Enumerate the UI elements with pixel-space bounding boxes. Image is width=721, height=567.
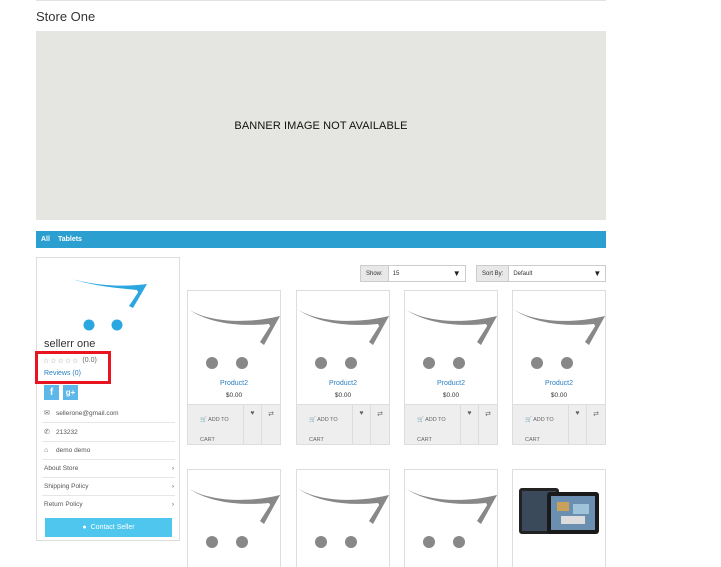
divider (42, 422, 175, 423)
menu-about-store[interactable]: About Store › (44, 465, 174, 472)
tablet-icon (519, 488, 599, 534)
google-plus-icon[interactable]: g+ (63, 385, 78, 400)
menu-label: Return Policy (44, 501, 83, 508)
envelope-icon: ✉ (44, 410, 50, 417)
dropdown-arrow-icon: ▼ (593, 269, 602, 278)
home-icon: ⌂ (44, 447, 49, 454)
seller-address-text: demo demo (56, 447, 91, 454)
category-all[interactable]: All (41, 236, 50, 243)
product-actions: 🛒 ADD TO CART ♥ ⇄ (188, 404, 280, 444)
wishlist-heart-icon[interactable]: ♥ (569, 405, 587, 444)
contact-seller-button[interactable]: ● Contact Seller (45, 518, 172, 537)
product-name[interactable]: Product2 (405, 380, 497, 387)
product-card[interactable]: Product2 $0.00 🛒 ADD TO CART ♥ ⇄ (296, 290, 390, 445)
seller-email: ✉ sellerone@gmail.com (44, 409, 119, 418)
product-name[interactable]: Product2 (188, 380, 280, 387)
product-price: $0.00 (225, 392, 243, 399)
product-placeholder-image (405, 488, 497, 548)
banner-placeholder-text: BANNER IMAGE NOT AVAILABLE (234, 119, 408, 132)
product-name[interactable]: Product2 (297, 380, 389, 387)
seller-logo (69, 278, 147, 331)
category-bar: All Tablets (36, 231, 606, 248)
menu-label: About Store (44, 465, 79, 472)
menu-label: Shipping Policy (44, 483, 89, 490)
show-select-value: 15 (392, 270, 400, 277)
contact-seller-label: Contact Seller (90, 524, 135, 531)
dropdown-arrow-icon: ▼ (452, 269, 461, 278)
divider (42, 441, 175, 442)
product-placeholder-image (405, 309, 497, 369)
seller-address: ⌂ demo demo (44, 447, 90, 454)
product-placeholder-image (297, 488, 389, 548)
product-price: $0.00 (550, 392, 568, 399)
chat-icon: ● (82, 524, 87, 531)
sort-label: Sort By: (477, 266, 510, 281)
highlight-box (35, 351, 111, 384)
show-select-group: Show: 15 ▼ (360, 265, 466, 282)
seller-phone: ✆ 213232 (44, 428, 78, 437)
menu-shipping-policy[interactable]: Shipping Policy › (44, 483, 174, 490)
chevron-right-icon: › (171, 465, 174, 472)
product-card[interactable] (296, 469, 390, 567)
product-actions: 🛒 ADD TO CART ♥ ⇄ (297, 404, 389, 444)
store-title: Store One (36, 9, 96, 24)
compare-icon[interactable]: ⇄ (587, 405, 605, 444)
cart-icon: 🛒 (417, 417, 424, 423)
product-card[interactable]: Product2 $0.00 🛒 ADD TO CART ♥ ⇄ (404, 290, 498, 445)
product-card[interactable] (404, 469, 498, 567)
sort-select-group: Sort By: Default ▼ (476, 265, 607, 282)
sort-select-value: Default (513, 270, 533, 277)
product-price: $0.00 (442, 392, 460, 399)
sort-select[interactable]: Default ▼ (509, 266, 606, 281)
product-card[interactable] (187, 469, 281, 567)
social-links: f g+ (44, 385, 78, 400)
product-placeholder-image (188, 488, 280, 548)
seller-name: sellerr one (44, 338, 96, 350)
divider (42, 477, 175, 478)
product-card[interactable]: Product2 $0.00 🛒 ADD TO CART ♥ ⇄ (512, 290, 606, 445)
cart-icon: 🛒 (200, 417, 207, 423)
product-actions: 🛒 ADD TO CART ♥ ⇄ (513, 404, 605, 444)
add-to-cart-button[interactable]: 🛒 ADD TO CART (188, 405, 244, 444)
seller-email-text: sellerone@gmail.com (56, 409, 119, 417)
wishlist-heart-icon[interactable]: ♥ (244, 405, 262, 444)
seller-phone-text: 213232 (56, 428, 78, 436)
compare-icon[interactable]: ⇄ (262, 405, 280, 444)
product-placeholder-image (513, 309, 605, 369)
product-actions: 🛒 ADD TO CART ♥ ⇄ (405, 404, 497, 444)
menu-return-policy[interactable]: Return Policy › (44, 501, 174, 508)
chevron-right-icon: › (171, 501, 174, 508)
add-to-cart-button[interactable]: 🛒 ADD TO CART (405, 405, 461, 444)
wishlist-heart-icon[interactable]: ♥ (461, 405, 479, 444)
phone-icon: ✆ (44, 429, 50, 436)
facebook-icon[interactable]: f (44, 385, 59, 400)
cart-icon: 🛒 (525, 417, 532, 423)
seller-card: sellerr one ☆ ☆ ☆ ☆ ☆ (0.0) Reviews (0) … (36, 257, 180, 541)
cart-icon: 🛒 (309, 417, 316, 423)
show-label: Show: (361, 266, 389, 281)
add-to-cart-button[interactable]: 🛒 ADD TO CART (513, 405, 569, 444)
product-card[interactable] (512, 469, 606, 567)
store-banner: BANNER IMAGE NOT AVAILABLE (36, 31, 606, 220)
top-divider (36, 0, 606, 1)
wishlist-heart-icon[interactable]: ♥ (353, 405, 371, 444)
category-tablets[interactable]: Tablets (58, 236, 82, 243)
compare-icon[interactable]: ⇄ (371, 405, 389, 444)
show-select[interactable]: 15 ▼ (388, 266, 465, 281)
product-placeholder-image (188, 309, 280, 369)
product-placeholder-image (297, 309, 389, 369)
product-card[interactable]: Product2 $0.00 🛒 ADD TO CART ♥ ⇄ (187, 290, 281, 445)
add-to-cart-button[interactable]: 🛒 ADD TO CART (297, 405, 353, 444)
chevron-right-icon: › (171, 483, 174, 490)
tablet-product-image (513, 470, 605, 550)
divider (42, 459, 175, 460)
product-price: $0.00 (334, 392, 352, 399)
compare-icon[interactable]: ⇄ (479, 405, 497, 444)
divider (42, 495, 175, 496)
product-name[interactable]: Product2 (513, 380, 605, 387)
